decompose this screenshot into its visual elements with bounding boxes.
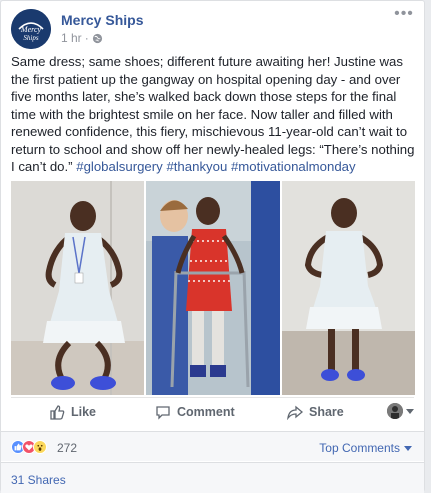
photo-after[interactable] [281,181,415,395]
like-label: Like [71,405,97,419]
post-timestamp[interactable]: 1 hr [61,31,82,45]
share-label: Share [309,405,344,419]
post-header: Mercy Ships Mercy Ships 1 hr · ••• [11,6,414,49]
more-options-icon[interactable]: ••• [394,6,414,25]
reaction-count[interactable]: 272 [57,441,77,455]
post-card: Mercy Ships Mercy Ships 1 hr · ••• Same … [0,0,425,493]
photo-before[interactable] [11,181,145,395]
post-meta: 1 hr · [61,31,103,45]
reactions-summary: 272 Top Comments [1,431,424,461]
comment-label: Comment [177,405,235,419]
user-avatar-icon [387,403,403,419]
svg-text:Ships: Ships [23,34,38,42]
chevron-down-icon [404,445,412,451]
page-name-link[interactable]: Mercy Ships [61,12,143,28]
globe-icon [92,33,102,43]
comments-sort-dropdown[interactable]: Top Comments [319,441,412,455]
acting-as-picker[interactable] [387,403,414,419]
post-body-text: Same dress; same shoes; different future… [11,54,415,174]
meta-separator: · [84,31,89,45]
share-arrow-icon [287,405,303,420]
post-actions: Like Comment Share [11,397,414,427]
like-button[interactable]: Like [49,404,96,420]
shares-summary: 31 Shares [1,462,424,493]
reaction-icons[interactable] [11,440,47,454]
hashtag-link[interactable]: #globalsurgery [76,159,163,174]
page-avatar[interactable]: Mercy Ships [11,9,51,49]
comment-button[interactable]: Comment [155,404,235,420]
share-button[interactable]: Share [287,404,344,420]
chevron-down-icon [406,408,414,414]
hashtag-link[interactable]: #thankyou [166,159,227,174]
thumbs-up-icon [50,405,65,420]
photo-collage [11,181,415,395]
hashtag-link[interactable]: #motivationalmonday [231,159,356,174]
comments-sort-label: Top Comments [319,441,400,455]
hashtag-list: #globalsurgery #thankyou #motivationalmo… [76,159,355,174]
shares-link[interactable]: 31 Shares [11,473,66,487]
wow-reaction-icon [33,440,47,454]
photo-recovery[interactable] [146,181,280,395]
comment-bubble-icon [156,406,170,420]
svg-text:Mercy: Mercy [20,25,42,34]
post-body: Same dress; same shoes; different future… [11,53,416,176]
